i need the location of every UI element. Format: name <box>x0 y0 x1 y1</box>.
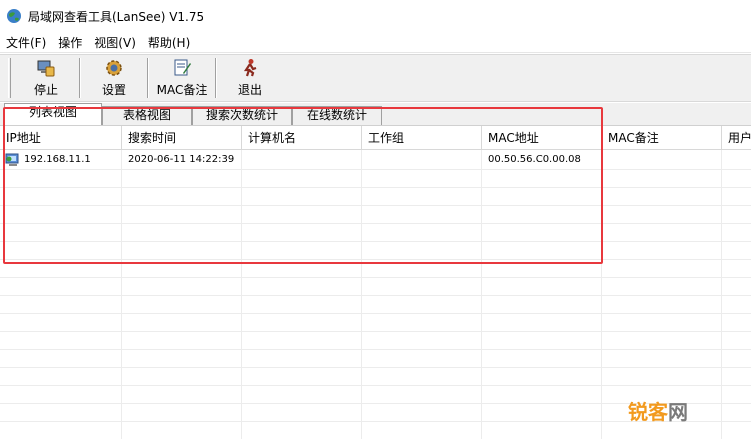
row-divider <box>0 331 751 332</box>
table-row-time-cell[interactable]: 2020-06-11 14:22:39 <box>122 151 242 169</box>
row-divider <box>0 385 751 386</box>
title-bar: 局域网查看工具(LanSee) V1.75 <box>0 0 751 32</box>
toolbar-grip[interactable] <box>8 58 11 98</box>
tab-strip: 列表视图 表格视图 搜索次数统计 在线数统计 <box>0 103 751 125</box>
settings-button[interactable]: 设置 <box>85 56 143 100</box>
settings-gear-icon <box>106 60 122 76</box>
watermark-text-gray: 网 <box>668 400 688 424</box>
toolbar-separator <box>79 58 81 98</box>
tab-search-count[interactable]: 搜索次数统计 <box>192 106 292 125</box>
column-header-search-time[interactable]: 搜索时间 <box>122 126 242 150</box>
column-header-mac[interactable]: MAC地址 <box>482 126 602 150</box>
tab-table-view[interactable]: 表格视图 <box>102 106 192 125</box>
stop-label: 停止 <box>33 83 58 97</box>
ip-address: 192.168.11.1 <box>24 154 91 165</box>
table-row-mac-note-cell[interactable] <box>602 151 722 169</box>
app-globe-icon <box>7 9 21 23</box>
watermark-text-orange: 锐客 <box>628 400 668 424</box>
table-row-mac-cell[interactable]: 00.50.56.C0.00.08 <box>482 151 602 169</box>
row-divider <box>0 187 751 188</box>
row-divider <box>0 205 751 206</box>
exit-runner-icon <box>243 59 257 77</box>
toolbar: 停止 设置 MAC备注 退出 <box>0 54 751 102</box>
toolbar-separator <box>215 58 217 98</box>
table-row-workgroup-cell[interactable] <box>362 151 482 169</box>
tab-online-count[interactable]: 在线数统计 <box>292 106 382 125</box>
column-header-user[interactable]: 用户 <box>722 126 751 150</box>
column-header-computer-name[interactable]: 计算机名 <box>242 126 362 150</box>
column-header-ip[interactable]: IP地址 <box>0 126 122 150</box>
host-list[interactable]: IP地址 搜索时间 计算机名 工作组 MAC地址 MAC备注 用户 192.16… <box>0 125 751 439</box>
computer-icon <box>5 153 19 166</box>
menu-bar: 文件(F) 操作 视图(V) 帮助(H) <box>0 33 751 53</box>
toolbar-separator <box>147 58 149 98</box>
row-divider <box>0 313 751 314</box>
row-divider <box>0 223 751 224</box>
menu-help[interactable]: 帮助(H) <box>142 34 196 51</box>
column-header-mac-note[interactable]: MAC备注 <box>602 126 722 150</box>
table-row-computer-cell[interactable] <box>242 151 362 169</box>
row-divider <box>0 259 751 260</box>
exit-label: 退出 <box>237 83 262 97</box>
mac-note-label: MAC备注 <box>156 83 208 97</box>
stop-button[interactable]: 停止 <box>17 56 75 100</box>
menu-file[interactable]: 文件(F) <box>0 34 52 51</box>
column-header-workgroup[interactable]: 工作组 <box>362 126 482 150</box>
row-divider <box>0 277 751 278</box>
mac-note-button[interactable]: MAC备注 <box>153 56 211 100</box>
row-divider <box>0 241 751 242</box>
table-row-ip-cell[interactable]: 192.168.11.1 <box>0 151 122 169</box>
window-title: 局域网查看工具(LanSee) V1.75 <box>28 9 205 24</box>
settings-label: 设置 <box>101 83 126 97</box>
row-divider <box>0 349 751 350</box>
row-divider <box>0 367 751 368</box>
row-divider <box>0 295 751 296</box>
watermark-logo: 锐客网 <box>628 396 688 425</box>
stop-computer-icon <box>37 60 55 77</box>
exit-button[interactable]: 退出 <box>221 56 279 100</box>
row-divider <box>0 169 751 170</box>
tab-list-view[interactable]: 列表视图 <box>4 103 102 125</box>
note-edit-icon <box>174 59 191 76</box>
table-row-user-cell[interactable] <box>722 151 751 169</box>
menu-operation[interactable]: 操作 <box>52 34 88 51</box>
menu-view[interactable]: 视图(V) <box>88 34 142 51</box>
